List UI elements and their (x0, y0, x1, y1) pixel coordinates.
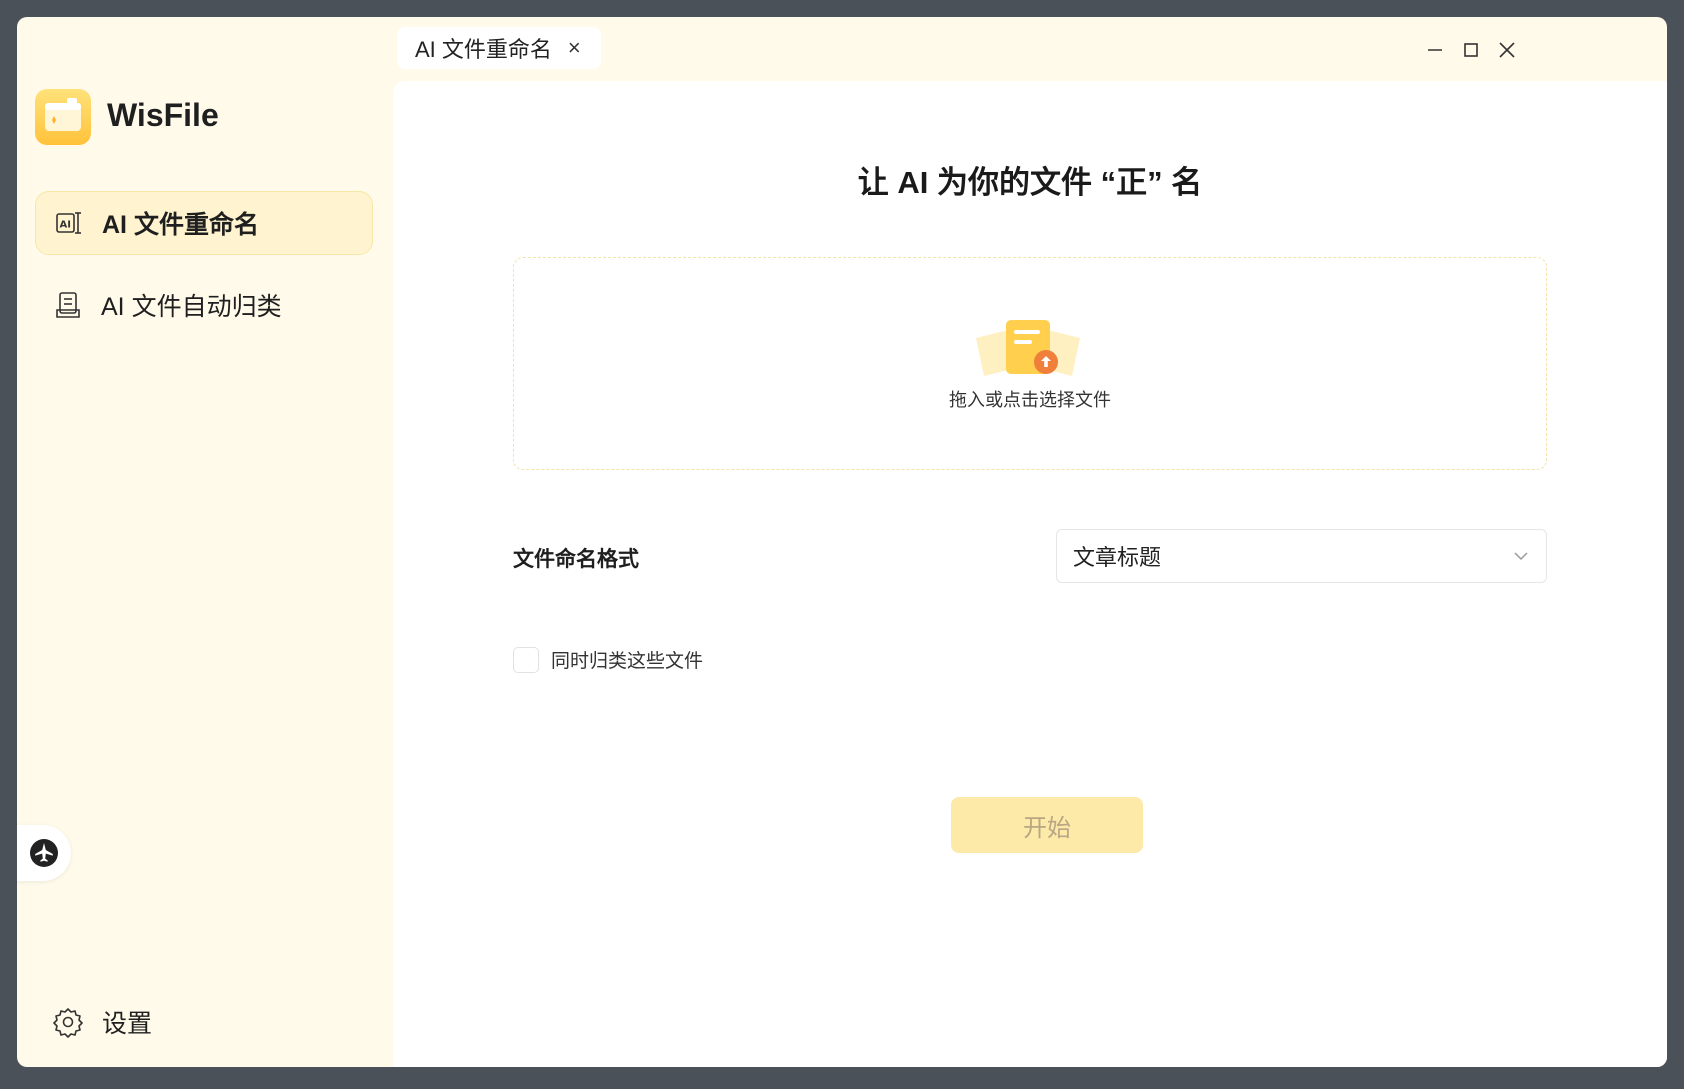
naming-format-label: 文件命名格式 (513, 548, 639, 571)
sidebar-item-ai-classify[interactable]: AI 文件自动归类 (35, 273, 373, 337)
main-panel: 让 AI 为你的文件 “正” 名 拖入或点击选择文件 文件命名格式 文章标题 同… (393, 81, 1667, 1067)
close-icon[interactable] (1492, 35, 1522, 65)
start-button[interactable]: 开始 (951, 797, 1143, 853)
sidebar-item-label: AI 文件重命名 (102, 211, 259, 239)
tab-close-icon[interactable]: × (568, 35, 581, 61)
sidebar-item-ai-rename[interactable]: AI AI 文件重命名 (35, 191, 373, 255)
svg-text:AI: AI (60, 220, 71, 231)
app-window: AI 文件重命名 × WisFile AI AI 文件重命名 AI 文件自动归类… (17, 17, 1667, 1067)
settings-label: 设置 (102, 1010, 153, 1038)
floating-launch-button[interactable] (17, 825, 71, 881)
dropzone-text: 拖入或点击选择文件 (949, 390, 1111, 410)
tab-label: AI 文件重命名 (415, 37, 552, 62)
settings-button[interactable]: 设置 (52, 1002, 152, 1042)
document-classify-icon (53, 290, 83, 320)
app-name: WisFile (107, 97, 219, 133)
naming-format-value: 文章标题 (1073, 545, 1162, 570)
file-dropzone[interactable]: 拖入或点击选择文件 (513, 257, 1547, 470)
tab-ai-rename[interactable]: AI 文件重命名 × (397, 27, 601, 69)
airplane-icon (30, 839, 58, 867)
classify-checkbox-label[interactable]: 同时归类这些文件 (551, 646, 703, 673)
classify-checkbox-row: 同时归类这些文件 (513, 646, 703, 673)
app-logo-icon (35, 89, 91, 145)
gear-icon (53, 1008, 83, 1038)
file-upload-icon (976, 320, 1080, 376)
maximize-icon[interactable] (1456, 35, 1486, 65)
sidebar-item-label: AI 文件自动归类 (101, 293, 282, 321)
chevron-down-icon (1514, 552, 1528, 561)
page-title: 让 AI 为你的文件 “正” 名 (857, 165, 1203, 200)
classify-checkbox[interactable] (513, 646, 539, 673)
ai-rename-icon: AI (54, 208, 84, 238)
naming-format-select[interactable]: 文章标题 (1056, 529, 1547, 583)
minimize-icon[interactable] (1420, 35, 1450, 65)
